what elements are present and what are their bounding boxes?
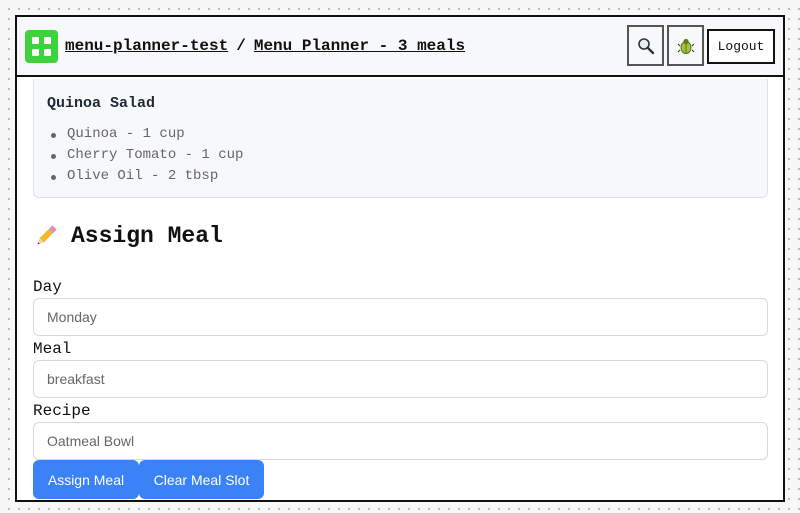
assign-meal-heading: Assign Meal — [33, 223, 223, 249]
assign-meal-button[interactable]: Assign Meal — [33, 460, 139, 499]
top-bar: menu-planner-test / Menu Planner - 3 meals… — [17, 17, 783, 77]
clear-meal-slot-button[interactable]: Clear Meal Slot — [139, 460, 264, 499]
pencil-icon — [37, 225, 57, 245]
search-icon — [637, 37, 654, 54]
bug-icon — [677, 38, 694, 54]
ingredient-item: Quinoa - 1 cup — [51, 124, 243, 145]
recipe-title: Quinoa Salad — [47, 95, 156, 112]
recipe-card: Quinoa Salad Quinoa - 1 cup Cherry Tomat… — [33, 79, 768, 198]
day-field[interactable]: Monday — [33, 298, 768, 336]
breadcrumb-page-link[interactable]: Menu Planner - 3 meals — [254, 37, 465, 55]
search-button[interactable] — [627, 25, 664, 66]
app-logo-icon[interactable] — [25, 30, 58, 63]
recipe-field[interactable]: Oatmeal Bowl — [33, 422, 768, 460]
app-window: menu-planner-test / Menu Planner - 3 meals… — [15, 15, 785, 502]
meal-field[interactable]: breakfast — [33, 360, 768, 398]
day-label: Day — [33, 278, 62, 296]
ingredient-item: Olive Oil - 2 tbsp — [51, 166, 243, 187]
breadcrumb-project-link[interactable]: menu-planner-test — [65, 37, 228, 55]
assign-meal-title: Assign Meal — [71, 223, 223, 249]
breadcrumb-separator: / — [236, 37, 246, 55]
logout-button[interactable]: Logout — [707, 29, 775, 64]
meal-label: Meal — [33, 340, 72, 358]
ingredient-list: Quinoa - 1 cup Cherry Tomato - 1 cup Oli… — [51, 124, 243, 187]
debug-button[interactable] — [667, 25, 704, 66]
ingredient-item: Cherry Tomato - 1 cup — [51, 145, 243, 166]
recipe-label: Recipe — [33, 402, 91, 420]
breadcrumb: menu-planner-test / Menu Planner - 3 meals — [65, 37, 465, 55]
